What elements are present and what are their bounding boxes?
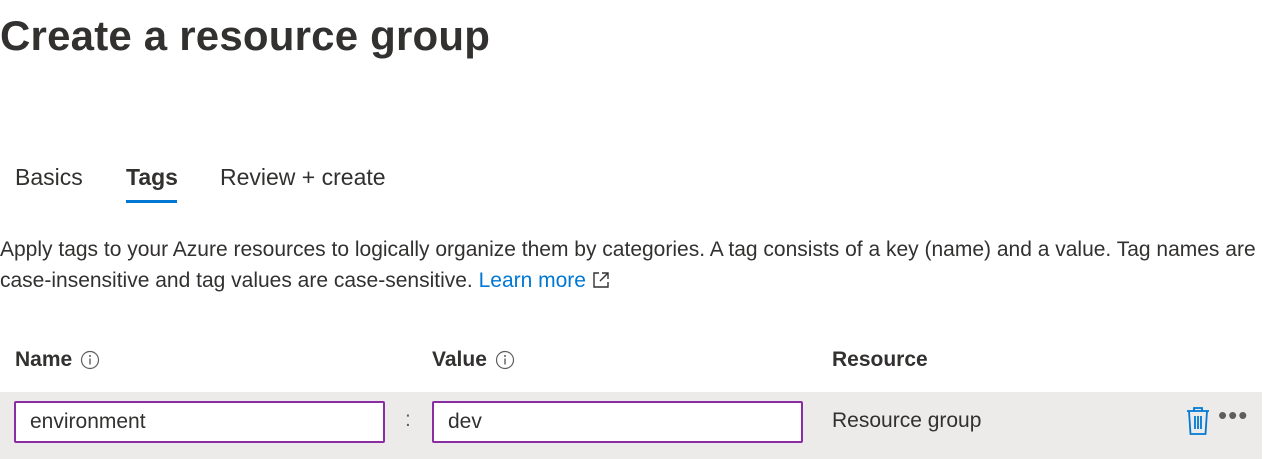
column-header-name: Name <box>15 348 100 372</box>
tab-tags[interactable]: Tags <box>126 164 220 203</box>
tab-bar: Basics Tags Review + create <box>15 164 386 203</box>
column-header-resource-label: Resource <box>832 348 928 371</box>
tag-value-input[interactable] <box>432 401 803 443</box>
external-link-icon[interactable] <box>592 267 610 298</box>
column-header-resource: Resource <box>832 348 928 372</box>
tab-review-create[interactable]: Review + create <box>220 164 386 201</box>
description-text: Apply tags to your Azure resources to lo… <box>0 238 1256 292</box>
column-header-name-label: Name <box>15 348 73 371</box>
tags-description: Apply tags to your Azure resources to lo… <box>0 234 1282 298</box>
trash-icon[interactable] <box>1185 406 1211 441</box>
learn-more-link[interactable]: Learn more <box>479 269 586 292</box>
table-row: : Resource group ••• <box>0 392 1262 459</box>
page-title: Create a resource group <box>0 12 491 59</box>
create-resource-group-page: Create a resource group Basics Tags Revi… <box>0 0 1282 459</box>
column-header-value-label: Value <box>432 348 487 371</box>
resource-type-label: Resource group <box>832 409 982 432</box>
tag-name-input[interactable] <box>14 401 385 443</box>
more-options-icon[interactable]: ••• <box>1218 400 1248 431</box>
column-header-value: Value <box>432 348 515 372</box>
info-icon[interactable] <box>495 350 515 370</box>
key-value-separator: : <box>405 408 411 431</box>
tab-basics[interactable]: Basics <box>15 164 126 201</box>
info-icon[interactable] <box>80 350 100 370</box>
